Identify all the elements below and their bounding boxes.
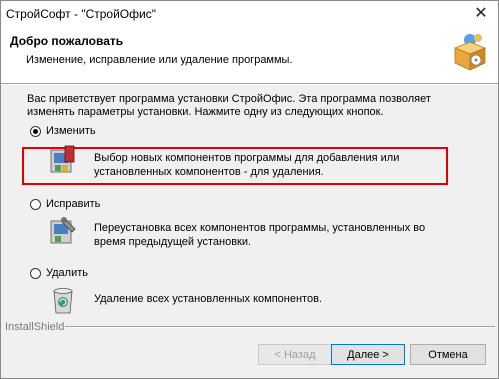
- radio-remove[interactable]: [30, 268, 41, 279]
- installer-window: СтройСофт - "СтройОфис" ✕ Добро пожалова…: [0, 0, 499, 379]
- title-bar[interactable]: СтройСофт - "СтройОфис" ✕: [1, 1, 498, 26]
- close-icon[interactable]: ✕: [470, 3, 492, 23]
- header-divider: [1, 83, 498, 85]
- remove-icon: [53, 288, 73, 314]
- footer-divider: [65, 326, 495, 328]
- next-button[interactable]: Далее >: [331, 344, 405, 365]
- installshield-brand: InstallShield: [5, 321, 65, 333]
- setup-box-icon: [453, 34, 487, 71]
- radio-modify[interactable]: [30, 126, 41, 137]
- header-subtitle: Изменение, исправление или удаление прог…: [26, 54, 293, 66]
- header-title: Добро пожаловать: [10, 34, 124, 48]
- header-panel: Добро пожаловать Изменение, исправление …: [1, 26, 498, 83]
- radio-repair[interactable]: [30, 199, 41, 210]
- option-label-modify[interactable]: Изменить: [46, 125, 96, 137]
- repair-icon: [50, 217, 76, 244]
- cancel-button[interactable]: Отмена: [410, 344, 486, 365]
- option-description-repair: Переустановка всех компонентов программы…: [94, 222, 426, 248]
- back-button[interactable]: < Назад: [258, 344, 332, 365]
- intro-text: Вас приветствует программа установки Стр…: [27, 93, 431, 118]
- option-label-remove[interactable]: Удалить: [46, 267, 88, 279]
- option-label-repair[interactable]: Исправить: [46, 198, 100, 210]
- option-description-remove: Удаление всех установленных компонентов.: [94, 293, 322, 305]
- option-description-modify: Выбор новых компонентов программы для до…: [94, 152, 400, 178]
- modify-icon: [50, 145, 75, 173]
- window-title: СтройСофт - "СтройОфис": [6, 7, 156, 21]
